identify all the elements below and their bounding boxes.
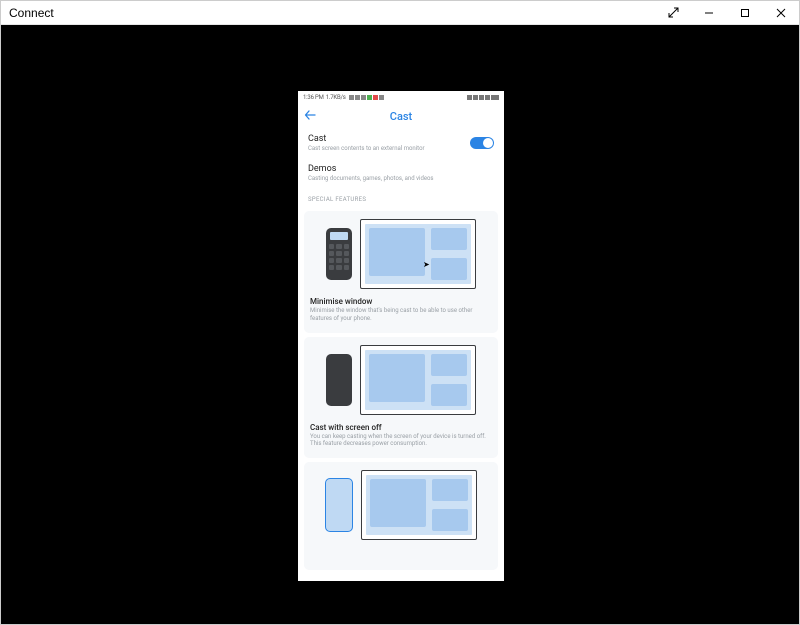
minimize-icon — [704, 8, 714, 18]
special-features-label: SPECIAL FEATURES — [298, 188, 504, 207]
close-icon — [776, 8, 786, 18]
demos-row[interactable]: Demos Casting documents, games, photos, … — [298, 159, 504, 189]
phone-screen: 1:36 PM 1.7KB/s — [298, 91, 504, 581]
statusbar-right-icons — [467, 95, 499, 100]
window-title: Connect — [9, 6, 54, 20]
demos-title: Demos — [308, 164, 494, 174]
back-button[interactable] — [304, 109, 316, 124]
expand-icon — [668, 7, 679, 18]
cast-toggle[interactable] — [470, 137, 494, 149]
phone-keypad-icon — [326, 228, 352, 280]
close-button[interactable] — [763, 1, 799, 24]
statusbar-speed: 1.7KB/s — [326, 94, 346, 101]
feature-title: Cast with screen off — [310, 423, 492, 432]
cast-subtitle: Cast screen contents to an external moni… — [308, 145, 470, 153]
expand-button[interactable] — [655, 1, 691, 24]
monitor-icon — [360, 345, 476, 415]
page-title: Cast — [298, 110, 504, 123]
app-window: Connect 1:36 PM 1.7KB/s — [0, 0, 800, 625]
feature-minimise-window[interactable]: ➤ Minimise window Minimise the window th… — [304, 211, 498, 333]
feature-subtitle: You can keep casting when the screen of … — [310, 433, 492, 449]
demos-subtitle: Casting documents, games, photos, and vi… — [308, 175, 494, 183]
statusbar-time: 1:36 PM — [303, 94, 324, 101]
status-icon — [379, 95, 384, 100]
cast-toggle-row[interactable]: Cast Cast screen contents to an external… — [298, 129, 504, 159]
feature-illustration: ➤ — [310, 219, 492, 289]
content-area: 1:36 PM 1.7KB/s — [1, 25, 799, 624]
minimize-button[interactable] — [691, 1, 727, 24]
feature-illustration — [310, 345, 492, 415]
feature-illustration — [310, 470, 492, 540]
page-header: Cast — [298, 104, 504, 129]
feature-next-peek[interactable] — [304, 462, 498, 570]
status-icon — [373, 95, 378, 100]
signal-icon — [473, 95, 478, 100]
status-icon — [349, 95, 354, 100]
titlebar[interactable]: Connect — [1, 1, 799, 25]
phone-statusbar: 1:36 PM 1.7KB/s — [298, 91, 504, 104]
status-icon — [367, 95, 372, 100]
wifi-icon — [485, 95, 490, 100]
maximize-icon — [740, 8, 750, 18]
battery-icon — [491, 95, 499, 100]
phone-blue-icon — [325, 478, 353, 532]
cast-title: Cast — [308, 134, 470, 144]
status-icon — [355, 95, 360, 100]
feature-cast-screen-off[interactable]: Cast with screen off You can keep castin… — [304, 337, 498, 459]
signal-icon — [479, 95, 484, 100]
bluetooth-icon — [467, 95, 472, 100]
feature-subtitle: Minimise the window that's being cast to… — [310, 307, 492, 323]
cursor-icon: ➤ — [423, 260, 430, 269]
toggle-knob — [483, 138, 493, 148]
maximize-button[interactable] — [727, 1, 763, 24]
monitor-icon — [361, 470, 477, 540]
statusbar-left-icons — [349, 95, 467, 100]
phone-dark-icon — [326, 354, 352, 406]
status-icon — [361, 95, 366, 100]
monitor-icon: ➤ — [360, 219, 476, 289]
settings-scroll[interactable]: Cast Cast screen contents to an external… — [298, 129, 504, 581]
feature-title: Minimise window — [310, 297, 492, 306]
arrow-left-icon — [304, 109, 316, 121]
